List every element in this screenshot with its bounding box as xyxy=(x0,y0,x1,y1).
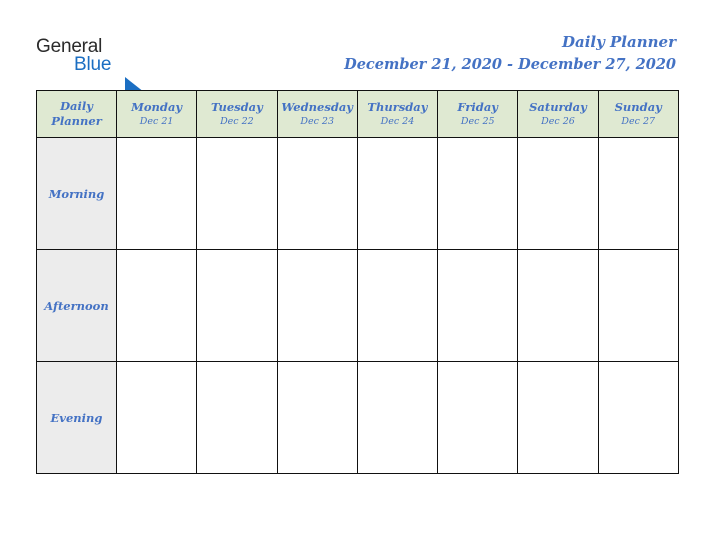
day-name-thursday: Thursday xyxy=(367,99,428,114)
day-name-wednesday: Wednesday xyxy=(281,99,353,114)
corner-label-line2: Planner xyxy=(51,114,102,128)
table-row-evening: Evening xyxy=(36,361,679,474)
slot-cell-evening-friday[interactable] xyxy=(437,361,519,474)
slot-cell-text xyxy=(117,250,196,361)
slot-cell-morning-monday[interactable] xyxy=(115,137,198,250)
slot-cell-text xyxy=(438,250,517,361)
day-date-wednesday: Dec 23 xyxy=(300,115,334,127)
header-cell-sunday: Sunday Dec 27 xyxy=(597,90,679,138)
slot-cell-text xyxy=(599,250,678,361)
header-cell-friday: Friday Dec 25 xyxy=(437,90,519,138)
day-name-sunday: Sunday xyxy=(614,99,662,114)
header-cell-monday: Monday Dec 21 xyxy=(115,90,198,138)
slot-cell-afternoon-monday[interactable] xyxy=(115,249,198,362)
slot-cell-evening-sunday[interactable] xyxy=(597,361,679,474)
slot-cell-morning-thursday[interactable] xyxy=(356,137,439,250)
day-date-tuesday: Dec 22 xyxy=(220,115,254,127)
day-name-saturday: Saturday xyxy=(529,99,587,114)
slot-cell-text xyxy=(197,250,276,361)
slot-cell-text xyxy=(518,362,597,473)
slot-label-morning: Morning xyxy=(36,137,117,250)
slot-cell-text xyxy=(599,138,678,249)
day-name-friday: Friday xyxy=(457,99,498,114)
slot-cell-evening-monday[interactable] xyxy=(115,361,198,474)
slot-label-evening: Evening xyxy=(36,361,117,474)
page-header: General Blue Daily Planner December 21, … xyxy=(0,0,712,96)
day-name-monday: Monday xyxy=(131,99,183,114)
slot-cell-text xyxy=(518,138,597,249)
slot-cell-afternoon-tuesday[interactable] xyxy=(196,249,278,362)
slot-cell-text xyxy=(197,362,276,473)
header-cell-tuesday: Tuesday Dec 22 xyxy=(196,90,278,138)
slot-cell-text xyxy=(358,138,437,249)
day-name-tuesday: Tuesday xyxy=(210,99,263,114)
title-block: Daily Planner December 21, 2020 - Decemb… xyxy=(344,32,676,76)
daily-planner-table: Daily Planner Monday Dec 21 Tuesday Dec … xyxy=(36,90,679,474)
slot-cell-afternoon-thursday[interactable] xyxy=(356,249,439,362)
header-cell-thursday: Thursday Dec 24 xyxy=(356,90,439,138)
slot-cell-afternoon-sunday[interactable] xyxy=(597,249,679,362)
header-corner-cell: Daily Planner xyxy=(36,90,117,138)
slot-cell-text xyxy=(117,138,196,249)
slot-cell-text xyxy=(278,250,357,361)
slot-cell-text xyxy=(518,250,597,361)
slot-cell-morning-friday[interactable] xyxy=(437,137,519,250)
slot-cell-evening-tuesday[interactable] xyxy=(196,361,278,474)
slot-cell-morning-saturday[interactable] xyxy=(517,137,599,250)
date-range-label: December 21, 2020 - December 27, 2020 xyxy=(344,56,676,73)
header-cell-wednesday: Wednesday Dec 23 xyxy=(276,90,358,138)
slot-cell-text xyxy=(197,138,276,249)
table-row-morning: Morning xyxy=(36,137,679,250)
slot-cell-morning-tuesday[interactable] xyxy=(196,137,278,250)
day-date-monday: Dec 21 xyxy=(139,115,174,127)
slot-label-afternoon-text: Afternoon xyxy=(44,298,109,313)
table-header-row: Daily Planner Monday Dec 21 Tuesday Dec … xyxy=(36,90,679,138)
slot-cell-text xyxy=(358,250,437,361)
slot-cell-text xyxy=(278,362,357,473)
slot-label-morning-text: Morning xyxy=(48,186,105,201)
slot-cell-morning-wednesday[interactable] xyxy=(276,137,358,250)
slot-label-afternoon: Afternoon xyxy=(36,249,117,362)
slot-cell-afternoon-wednesday[interactable] xyxy=(276,249,358,362)
corner-label-line1: Daily xyxy=(60,99,93,113)
brand-word-blue: Blue xyxy=(74,54,112,75)
slot-cell-morning-sunday[interactable] xyxy=(597,137,679,250)
day-date-sunday: Dec 27 xyxy=(621,115,656,127)
slot-cell-evening-thursday[interactable] xyxy=(356,361,439,474)
slot-cell-text xyxy=(438,138,517,249)
day-date-thursday: Dec 24 xyxy=(380,115,415,127)
slot-cell-afternoon-friday[interactable] xyxy=(437,249,519,362)
slot-cell-afternoon-saturday[interactable] xyxy=(517,249,599,362)
slot-cell-text xyxy=(358,362,437,473)
slot-cell-text xyxy=(599,362,678,473)
header-cell-saturday: Saturday Dec 26 xyxy=(517,90,599,138)
slot-cell-text xyxy=(278,138,357,249)
slot-label-evening-text: Evening xyxy=(50,410,103,425)
slot-cell-text xyxy=(438,362,517,473)
slot-cell-evening-saturday[interactable] xyxy=(517,361,599,474)
table-row-afternoon: Afternoon xyxy=(36,249,679,362)
slot-cell-text xyxy=(117,362,196,473)
slot-cell-evening-wednesday[interactable] xyxy=(276,361,358,474)
brand-logo: General Blue xyxy=(36,36,166,96)
page-title: Daily Planner xyxy=(561,33,676,51)
day-date-friday: Dec 25 xyxy=(460,115,495,127)
day-date-saturday: Dec 26 xyxy=(541,115,575,127)
